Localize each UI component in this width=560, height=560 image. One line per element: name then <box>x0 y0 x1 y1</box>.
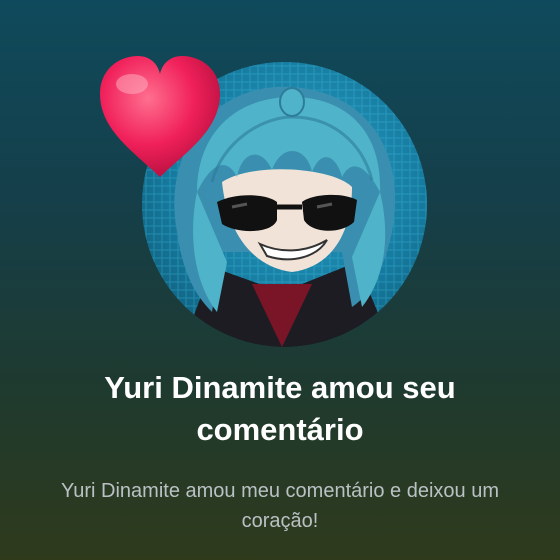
notification-message: Yuri Dinamite amou meu comentário e deix… <box>61 480 499 532</box>
heart-icon <box>94 52 226 182</box>
notification-title: Yuri Dinamite amou seu comentário <box>104 370 456 447</box>
